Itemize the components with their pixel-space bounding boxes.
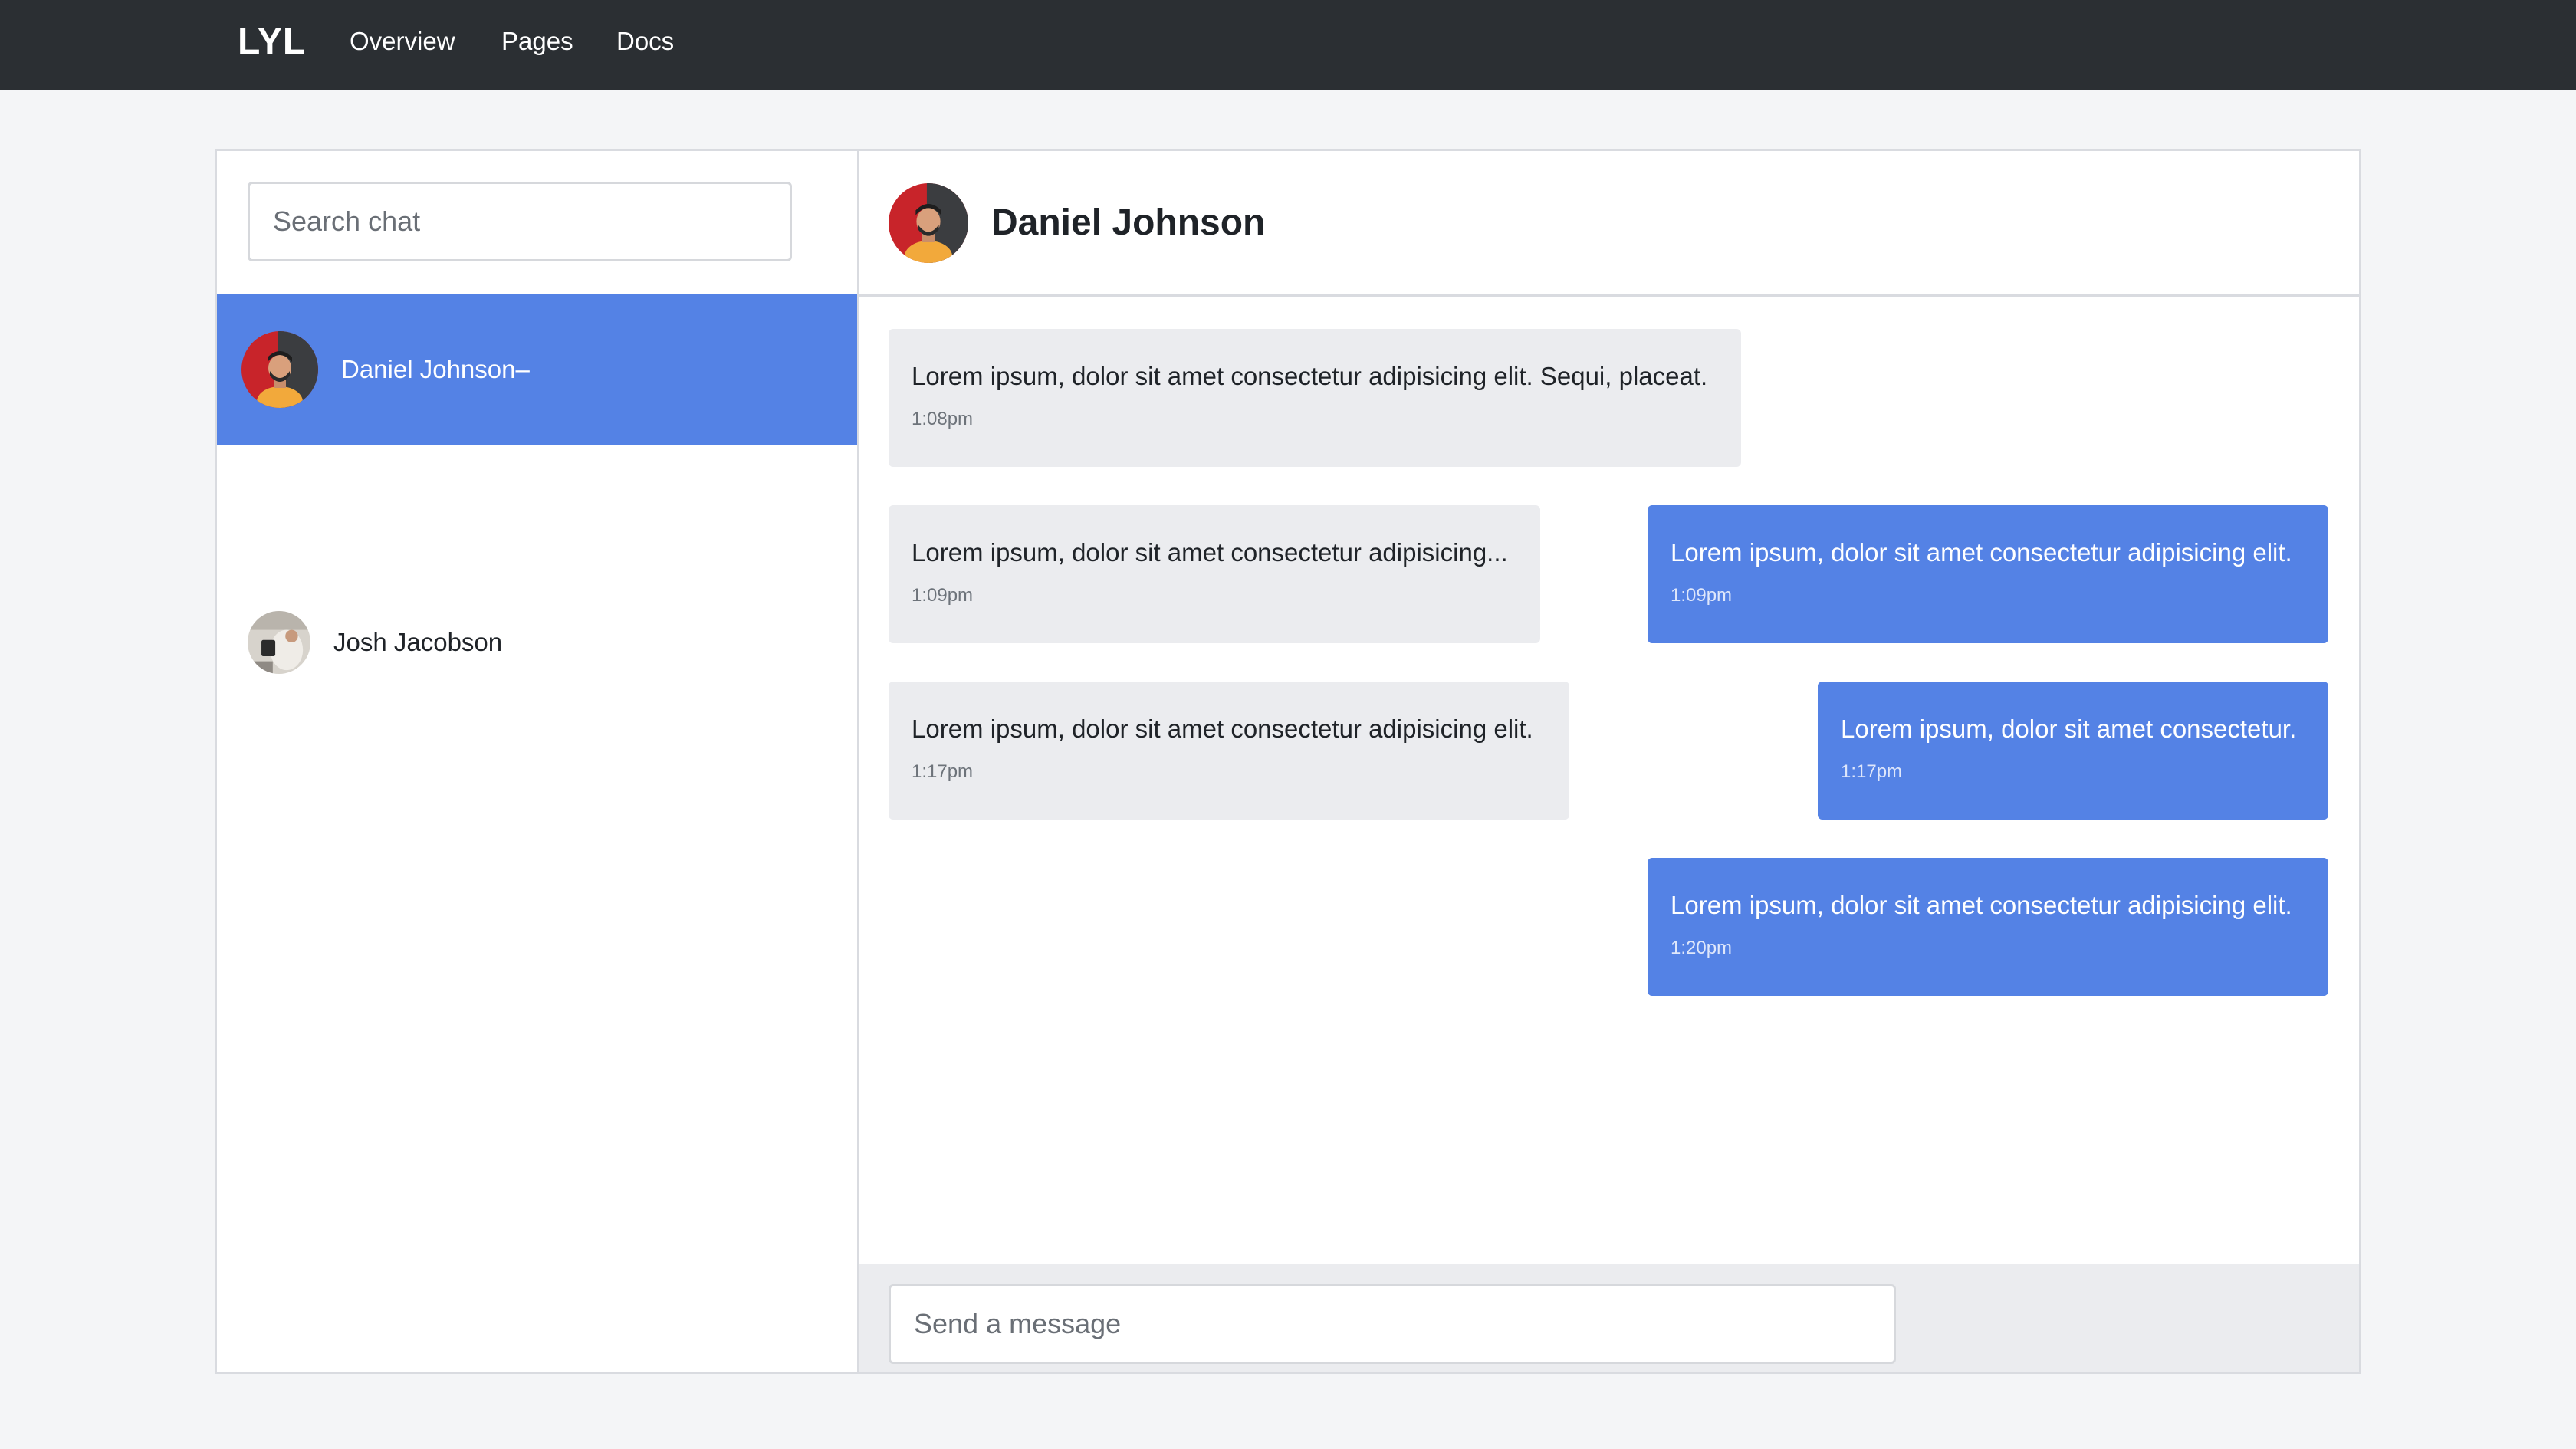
nav-link-overview[interactable]: Overview (350, 23, 455, 60)
message-bubble-incoming: Lorem ipsum, dolor sit amet consectetur … (889, 682, 1569, 820)
top-navbar: LYL Overview Pages Docs (0, 0, 2576, 90)
nav-link-pages[interactable]: Pages (501, 23, 573, 60)
message-time: 1:20pm (1671, 938, 1733, 958)
message-bubble-incoming: Lorem ipsum, dolor sit amet consectetur … (889, 329, 1741, 467)
message-time: 1:09pm (1671, 585, 1733, 606)
message-text: Lorem ipsum, dolor sit amet consectetur … (1671, 538, 2292, 567)
message-text: Lorem ipsum, dolor sit amet consectetur … (1671, 891, 2292, 919)
avatar-daniel-icon (242, 331, 318, 408)
chat-header: Daniel Johnson (859, 151, 2359, 297)
message-composer (859, 1264, 2359, 1372)
contacts-sidebar: Daniel Johnson– Josh Jacobson (217, 151, 859, 1372)
contact-item-daniel-johnson[interactable]: Daniel Johnson– (217, 294, 857, 445)
message-text: Lorem ipsum, dolor sit amet consectetur. (1841, 715, 2297, 743)
message-bubble-incoming: Lorem ipsum, dolor sit amet consectetur … (889, 505, 1540, 643)
chat-card: Daniel Johnson– Josh Jacobson (215, 149, 2361, 1374)
chat-title: Daniel Johnson (991, 202, 1266, 243)
avatar (889, 182, 968, 263)
brand-logo[interactable]: LYL (238, 17, 306, 67)
avatar-daniel-icon (889, 182, 968, 263)
search-wrapper (248, 182, 792, 261)
avatar (248, 611, 310, 674)
contact-item-josh-jacobson[interactable]: Josh Jacobson (217, 585, 857, 700)
avatar-josh-icon (248, 611, 310, 674)
message-time: 1:08pm (912, 409, 974, 429)
chat-panel: Daniel Johnson Lorem ipsum, dolor sit am… (859, 151, 2359, 1372)
message-bubble-outgoing: Lorem ipsum, dolor sit amet consectetur.… (1818, 682, 2328, 820)
send-message-input[interactable] (889, 1284, 1896, 1364)
message-time: 1:17pm (912, 761, 974, 782)
message-text: Lorem ipsum, dolor sit amet consectetur … (912, 715, 1533, 743)
contact-name: Daniel Johnson– (341, 355, 530, 383)
nav-link-docs[interactable]: Docs (616, 23, 674, 60)
message-time: 1:09pm (912, 585, 974, 606)
search-chat-input[interactable] (248, 182, 792, 261)
avatar (242, 331, 318, 408)
message-text: Lorem ipsum, dolor sit amet consectetur … (912, 538, 1508, 567)
message-text: Lorem ipsum, dolor sit amet consectetur … (912, 362, 1708, 390)
message-bubble-outgoing: Lorem ipsum, dolor sit amet consectetur … (1648, 505, 2328, 643)
message-bubble-outgoing: Lorem ipsum, dolor sit amet consectetur … (1648, 858, 2328, 996)
message-time: 1:17pm (1841, 761, 1903, 782)
contact-name: Josh Jacobson (334, 628, 503, 656)
